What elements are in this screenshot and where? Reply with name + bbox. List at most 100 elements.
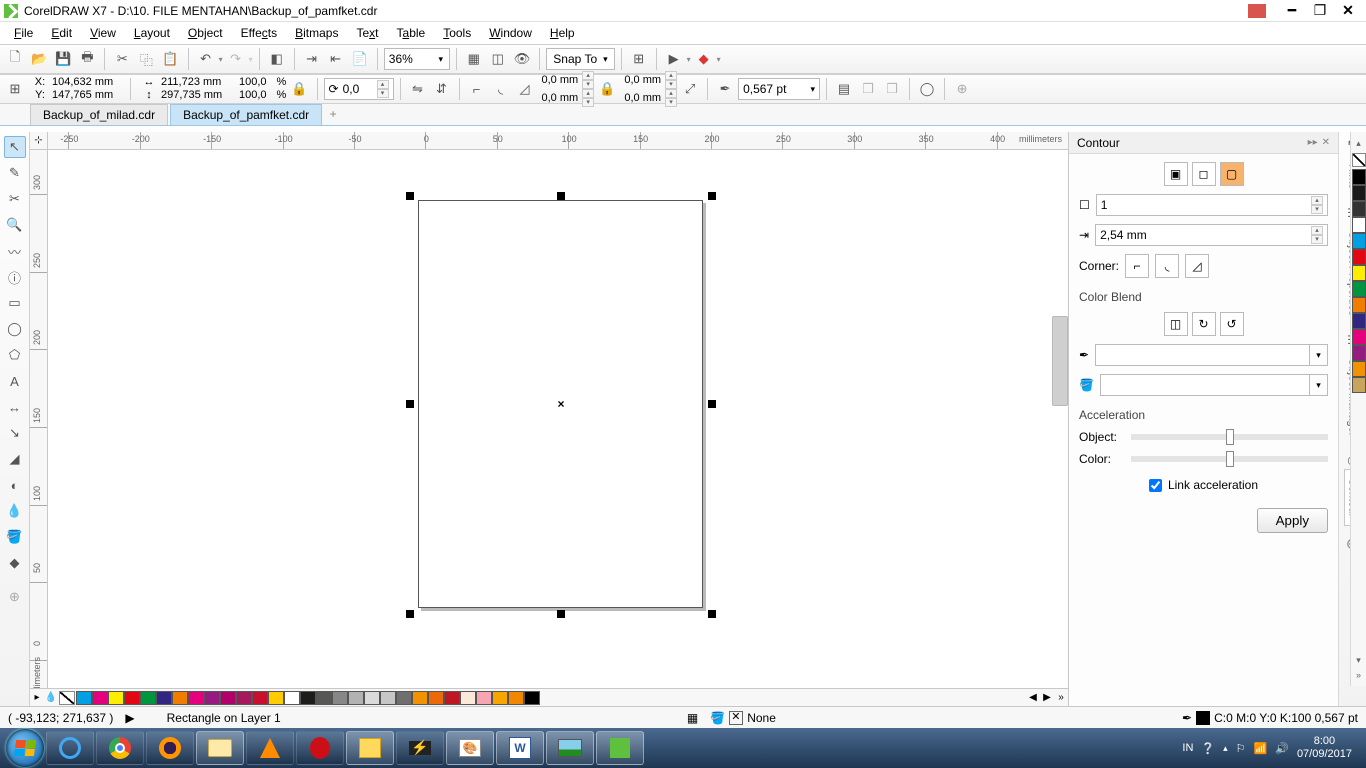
- palette-swatch[interactable]: [444, 691, 460, 705]
- mirror-h-icon[interactable]: ⇋: [407, 78, 429, 100]
- polygon-tool-icon[interactable]: ⬠: [4, 344, 26, 366]
- vertical-ruler[interactable]: 300 250 200 150 100 50 0 millimeters: [30, 150, 48, 704]
- palette-scroll-right-icon[interactable]: ▶: [1040, 692, 1054, 703]
- vpalette-swatch[interactable]: [1352, 361, 1366, 377]
- tray-flag-icon[interactable]: ⚐: [1236, 742, 1246, 755]
- vpalette-no-color[interactable]: [1352, 153, 1366, 167]
- selection-handle-se[interactable]: [708, 610, 716, 618]
- corner-c[interactable]: 0,0 mm: [624, 74, 661, 87]
- tray-network-icon[interactable]: 📶: [1254, 742, 1268, 755]
- palette-swatch[interactable]: [524, 691, 540, 705]
- vpalette-swatch[interactable]: [1352, 201, 1366, 217]
- eyedropper-palette-icon[interactable]: 💧: [44, 692, 58, 703]
- quick-customize-icon[interactable]: ⊕: [951, 78, 973, 100]
- vpalette-swatch[interactable]: [1352, 169, 1366, 185]
- ellipse-tool-icon[interactable]: ◯: [4, 318, 26, 340]
- corner-miter-icon[interactable]: ⌐: [1125, 254, 1149, 278]
- outline-color-picker[interactable]: ▾: [1095, 344, 1328, 366]
- options-icon[interactable]: ⊞: [628, 48, 650, 70]
- menu-window[interactable]: Window: [481, 24, 540, 42]
- corner-bevel-icon[interactable]: ◿: [1185, 254, 1209, 278]
- lock-ratio-icon[interactable]: 🔒: [288, 78, 310, 100]
- parallel-dim-icon[interactable]: ↔: [4, 396, 26, 418]
- taskbar-opera[interactable]: [296, 731, 344, 765]
- taskbar-app-1[interactable]: [46, 731, 94, 765]
- vpalette-swatch[interactable]: [1352, 281, 1366, 297]
- outline-swatch[interactable]: [1196, 711, 1210, 725]
- color-proof-icon[interactable]: ▦: [687, 711, 698, 725]
- vpalette-swatch[interactable]: [1352, 265, 1366, 281]
- palette-swatch[interactable]: [220, 691, 236, 705]
- artistic-media-icon[interactable]: ⓘ: [4, 266, 26, 288]
- palette-swatch[interactable]: [364, 691, 380, 705]
- snap-to-dropdown[interactable]: Snap To▾: [546, 48, 614, 70]
- palette-swatch[interactable]: [300, 691, 316, 705]
- obj-width[interactable]: 211,723 mm: [161, 76, 233, 89]
- corner-round-icon[interactable]: ◟: [1155, 254, 1179, 278]
- menu-table[interactable]: Table: [389, 24, 434, 42]
- contour-outside-icon[interactable]: ▢: [1220, 162, 1244, 186]
- vpalette-swatch[interactable]: [1352, 217, 1366, 233]
- paste-icon[interactable]: 📋: [159, 48, 181, 70]
- start-button[interactable]: [6, 729, 44, 767]
- docker-close-icon[interactable]: ✕: [1322, 137, 1330, 148]
- selection-handle-nw[interactable]: [406, 192, 414, 200]
- user-badge-icon[interactable]: [1248, 4, 1266, 18]
- ruler-origin-icon[interactable]: ⊹: [30, 132, 48, 150]
- taskbar-firefox[interactable]: [146, 731, 194, 765]
- pick-tool-icon[interactable]: ↖: [4, 136, 26, 158]
- blend-linear-icon[interactable]: ◫: [1164, 312, 1188, 336]
- palette-swatch[interactable]: [236, 691, 252, 705]
- shape-tool-icon[interactable]: ✎: [4, 162, 26, 184]
- palette-swatch[interactable]: [332, 691, 348, 705]
- taskbar-winamp[interactable]: ⚡: [396, 731, 444, 765]
- vpalette-swatch[interactable]: [1352, 313, 1366, 329]
- fill-none-swatch[interactable]: [729, 711, 743, 725]
- lock-corners-icon[interactable]: 🔒: [596, 78, 618, 100]
- horizontal-ruler[interactable]: -250 -200 -150 -100 -50 0 50 100 150 200…: [48, 132, 1068, 150]
- menu-tools[interactable]: Tools: [435, 24, 479, 42]
- menu-file[interactable]: File: [6, 24, 41, 42]
- palette-swatch[interactable]: [92, 691, 108, 705]
- palette-swatch[interactable]: [492, 691, 508, 705]
- obj-height[interactable]: 297,735 mm: [161, 89, 233, 102]
- rectangle-tool-icon[interactable]: ▭: [4, 292, 26, 314]
- show-grid-icon[interactable]: 👁: [511, 48, 534, 70]
- crop-tool-icon[interactable]: ✂: [4, 188, 26, 210]
- taskbar-paint[interactable]: 🎨: [446, 731, 494, 765]
- convert-curves-icon[interactable]: ◯: [916, 78, 938, 100]
- show-rulers-icon[interactable]: ◫: [487, 48, 509, 70]
- palette-expand-icon[interactable]: »: [1054, 692, 1068, 703]
- accel-color-slider[interactable]: [1131, 456, 1328, 462]
- blend-ccw-icon[interactable]: ↺: [1220, 312, 1244, 336]
- selection-handle-ne[interactable]: [708, 192, 716, 200]
- vpalette-up-icon[interactable]: ▴: [1356, 138, 1361, 149]
- text-tool-icon[interactable]: A: [4, 370, 26, 392]
- redo-icon[interactable]: ↷: [225, 48, 247, 70]
- palette-swatch[interactable]: [252, 691, 268, 705]
- scale-x[interactable]: 100,0: [239, 76, 267, 89]
- selection-handle-e[interactable]: [708, 400, 716, 408]
- blend-cw-icon[interactable]: ↻: [1192, 312, 1216, 336]
- menu-effects[interactable]: Effects: [233, 24, 285, 42]
- vpalette-expand-icon[interactable]: »: [1356, 670, 1361, 680]
- palette-swatch[interactable]: [204, 691, 220, 705]
- quick-customize-tool-icon[interactable]: ⊕: [4, 586, 26, 608]
- vpalette-swatch[interactable]: [1352, 345, 1366, 361]
- docker-title-bar[interactable]: Contour ▸▸ ✕: [1069, 132, 1338, 154]
- undo-icon[interactable]: ↶: [195, 48, 217, 70]
- drop-shadow-icon[interactable]: ◢: [4, 448, 26, 470]
- vpalette-swatch[interactable]: [1352, 233, 1366, 249]
- vpalette-swatch[interactable]: [1352, 377, 1366, 393]
- corner-a[interactable]: 0,0 mm: [542, 74, 579, 87]
- relative-corner-icon[interactable]: ⤢: [679, 78, 701, 100]
- zoom-tool-icon[interactable]: 🔍: [4, 214, 26, 236]
- taskbar-explorer[interactable]: [196, 731, 244, 765]
- open-file-icon[interactable]: 📂: [28, 48, 50, 70]
- contour-offset-input[interactable]: 2,54 mm▴▾: [1095, 224, 1328, 246]
- taskbar-vlc[interactable]: [246, 731, 294, 765]
- menu-edit[interactable]: Edit: [43, 24, 80, 42]
- to-back-icon[interactable]: ❒: [881, 78, 903, 100]
- color-eyedropper-icon[interactable]: 💧: [4, 500, 26, 522]
- menu-view[interactable]: View: [82, 24, 124, 42]
